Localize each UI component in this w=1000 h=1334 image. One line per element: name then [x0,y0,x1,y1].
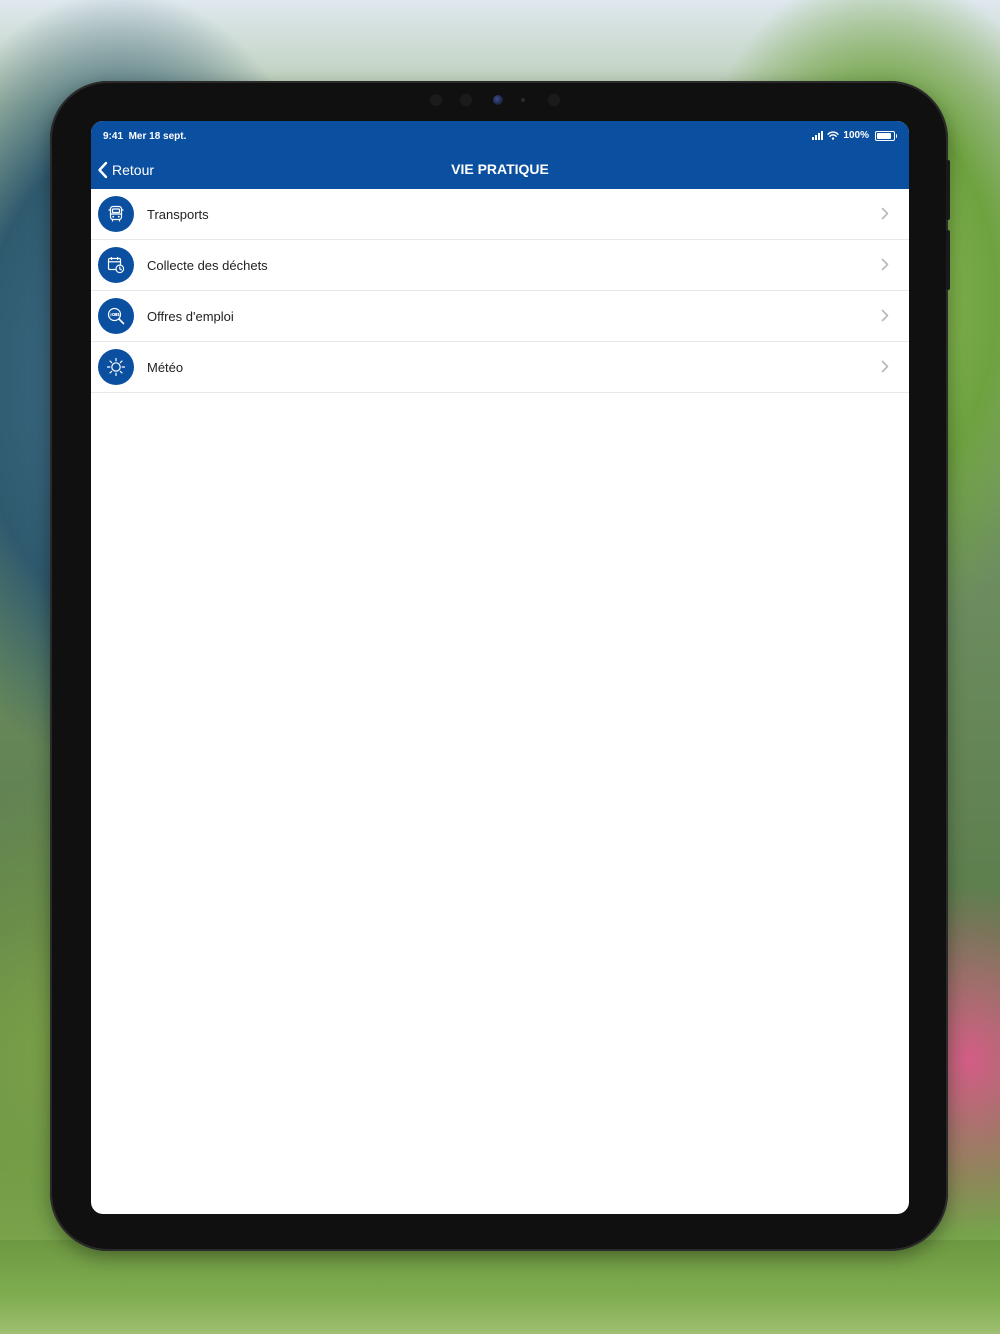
battery-level [877,132,891,139]
list-item-job-offers[interactable]: Offres d'emploi [91,291,909,342]
front-camera [493,95,503,105]
camera-bar [430,91,570,109]
sun-icon [98,349,134,385]
list-item-transports[interactable]: Transports [91,189,909,240]
wifi-icon [827,131,840,140]
menu-list: Transports Collecte des déchets Offres d… [91,189,909,393]
chevron-right-icon [881,360,889,373]
calendar-clock-icon [98,247,134,283]
list-item-label: Transports [147,206,209,222]
sensor-dot [430,94,442,106]
chevron-right-icon [881,207,889,220]
status-time: 9:41 Mer 18 sept. [103,131,186,142]
status-clock: 9:41 [103,131,124,142]
volume-button [946,160,950,220]
chevron-right-icon [881,258,889,271]
status-date: Mer 18 sept. [128,131,187,142]
page-title: VIE PRATIQUE [451,161,549,177]
chevron-right-icon [881,309,889,322]
jobs-search-icon [98,298,134,334]
sensor-dot [548,94,560,106]
bus-icon [98,196,134,232]
status-indicators: 100% [812,130,897,141]
battery-percentage: 100% [843,130,869,141]
battery-icon [875,130,897,141]
list-item-label: Météo [147,359,184,375]
app-screen: 9:41 Mer 18 sept. 100% Retour VIE PRATIQ… [91,121,909,1214]
sensor-dot [460,94,472,106]
list-item-label: Collecte des déchets [147,257,268,273]
ambient-light-sensor [521,98,525,102]
status-bar: 9:41 Mer 18 sept. 100% [91,121,909,151]
navigation-bar: Retour VIE PRATIQUE [91,151,909,189]
cellular-signal-icon [812,131,824,140]
list-item-waste-collection[interactable]: Collecte des déchets [91,240,909,291]
list-item-weather[interactable]: Météo [91,342,909,393]
power-button [946,230,950,290]
list-item-label: Offres d'emploi [147,308,234,324]
background-lawn [0,1240,1000,1334]
